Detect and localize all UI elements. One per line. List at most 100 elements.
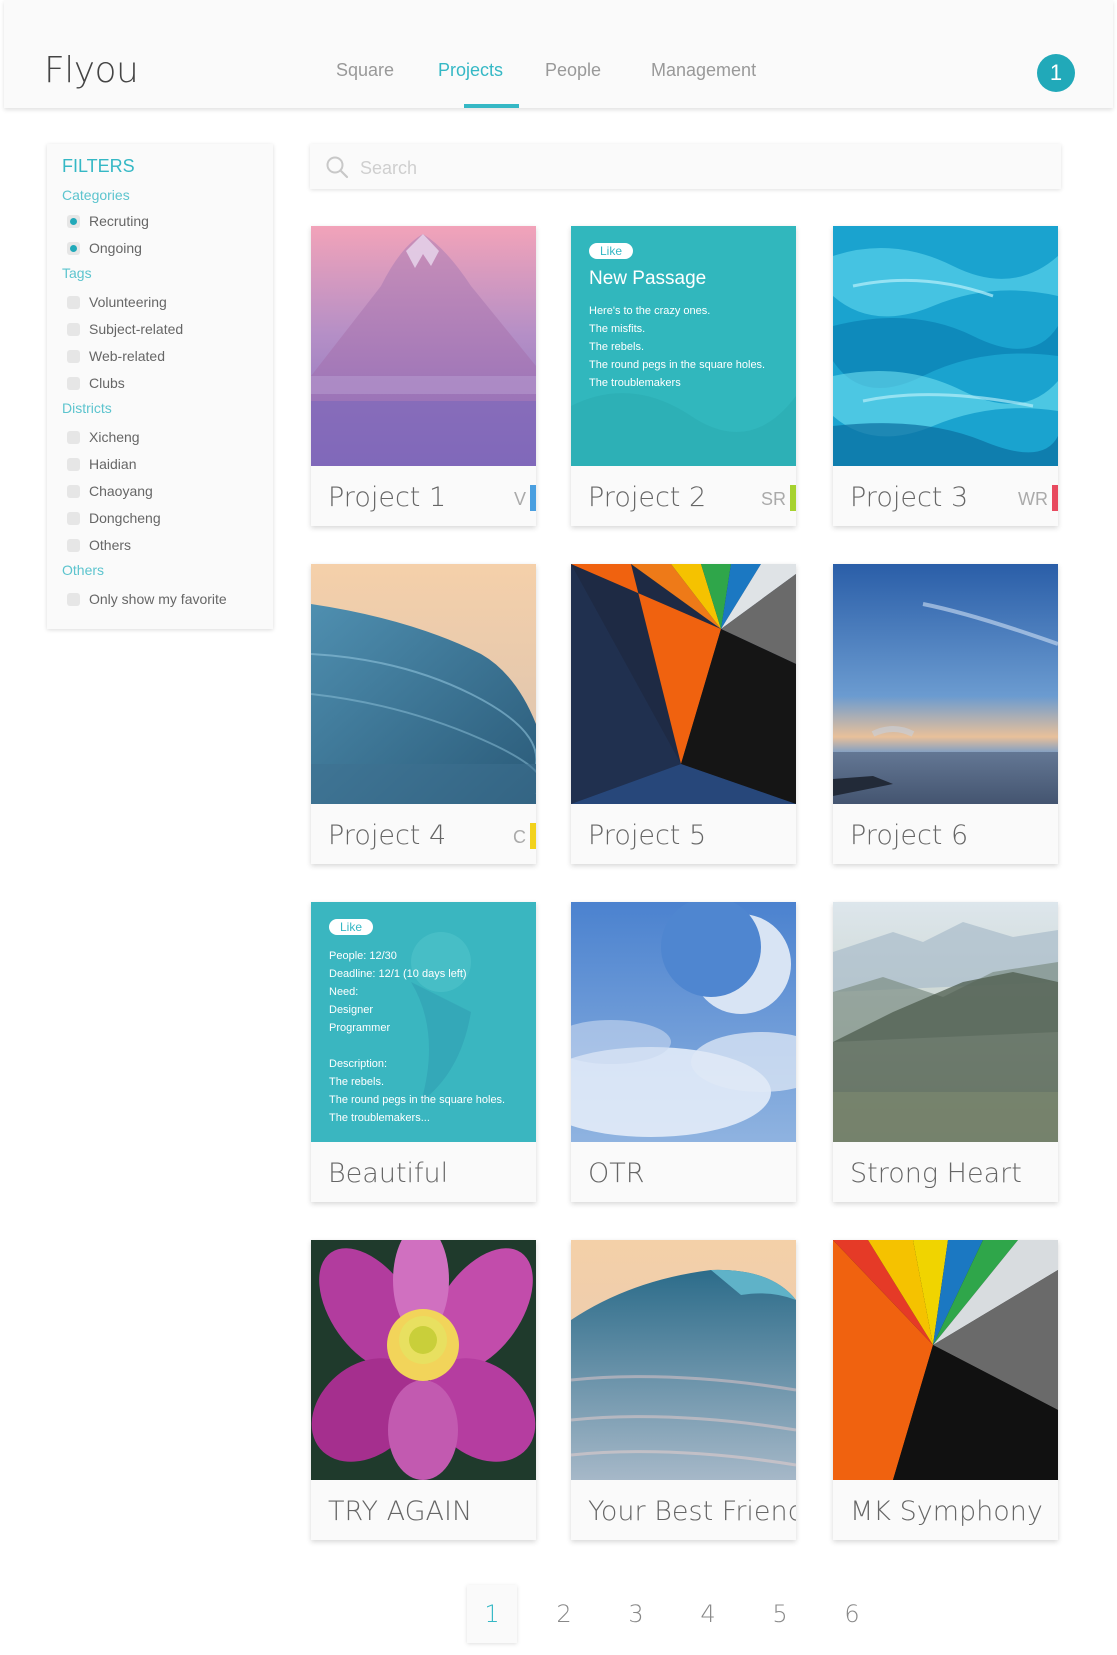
filter-recruting[interactable]: Recruting xyxy=(67,211,149,231)
info-line: Description: xyxy=(329,1058,388,1070)
card-title: MK Symphony xyxy=(850,1496,1043,1527)
teal-info-panel: Like People: 12/30 Deadline: 12/1 (10 da… xyxy=(311,902,536,1142)
card-title: Project 5 xyxy=(588,820,707,851)
passage-line: Here's to the crazy ones. xyxy=(589,305,711,317)
tag-color-bar xyxy=(790,485,796,511)
card-title: Your Best Friend xyxy=(588,1496,796,1527)
page-5-button[interactable]: 5 xyxy=(755,1585,805,1643)
card-title: Strong Heart xyxy=(850,1158,1022,1189)
nav-tab-projects[interactable]: Projects xyxy=(438,60,503,81)
wave-image xyxy=(311,564,536,804)
project-card-2[interactable]: Like New Passage Here's to the crazy one… xyxy=(571,226,796,526)
mountain-image xyxy=(311,226,536,466)
teal-text-panel: Like New Passage Here's to the crazy one… xyxy=(571,226,796,466)
filter-label: Subject-related xyxy=(89,321,184,337)
checkbox-icon[interactable] xyxy=(67,484,80,498)
filter-label: Haidian xyxy=(89,456,137,472)
filter-label: Web-related xyxy=(89,348,166,364)
filter-volunteering[interactable]: Volunteering xyxy=(67,292,167,312)
filter-label: Others xyxy=(89,537,132,553)
card-title: Project 3 xyxy=(850,482,969,513)
filter-subject-related[interactable]: Subject-related xyxy=(67,319,183,339)
passage-line: The misfits. xyxy=(589,323,646,335)
checkbox-icon[interactable] xyxy=(67,592,80,606)
card-tag: V xyxy=(513,489,526,509)
project-card-9[interactable]: Strong Heart xyxy=(833,902,1058,1202)
project-card-1[interactable]: Project 1 V xyxy=(311,226,536,526)
search-icon[interactable] xyxy=(325,155,349,179)
filter-web-related[interactable]: Web-related xyxy=(67,346,165,366)
moon-sky-image xyxy=(571,902,796,1142)
passage-heading: New Passage xyxy=(589,268,707,289)
project-card-12[interactable]: MK Symphony xyxy=(833,1240,1058,1540)
project-card-8[interactable]: OTR xyxy=(571,902,796,1202)
checkbox-icon[interactable] xyxy=(67,538,80,552)
project-card-11[interactable]: Your Best Friend xyxy=(571,1240,796,1540)
checkbox-icon[interactable] xyxy=(67,349,80,363)
page-6-button[interactable]: 6 xyxy=(827,1585,877,1643)
info-line: People: 12/30 xyxy=(329,950,397,962)
card-title: Project 1 xyxy=(328,482,447,513)
card-title: Project 4 xyxy=(328,820,447,851)
card-tag: WR xyxy=(1018,489,1048,509)
info-line: The round pegs in the square holes. xyxy=(329,1094,506,1106)
filter-dongcheng[interactable]: Dongcheng xyxy=(67,508,161,528)
filter-only-favorite[interactable]: Only show my favorite xyxy=(67,589,227,609)
checkbox-icon[interactable] xyxy=(67,511,80,525)
project-card-6[interactable]: Project 6 xyxy=(833,564,1058,864)
filter-section-categories: Categories xyxy=(62,187,130,203)
filters-title: FILTERS xyxy=(62,156,135,176)
tag-color-bar xyxy=(530,823,536,849)
blue-waves-image xyxy=(833,226,1058,466)
filter-label: Recruting xyxy=(89,213,149,229)
checkbox-icon[interactable] xyxy=(67,430,80,444)
checkbox-icon[interactable] xyxy=(67,376,80,390)
project-card-4[interactable]: Project 4 C xyxy=(311,564,536,864)
like-button[interactable]: Like xyxy=(589,243,633,259)
notification-badge[interactable]: 1 xyxy=(1037,54,1075,92)
color-rays-image xyxy=(833,1240,1058,1480)
lotus-image xyxy=(311,1240,536,1480)
checkbox-icon[interactable] xyxy=(67,241,80,255)
misty-mountains-image xyxy=(833,902,1058,1142)
filter-chaoyang[interactable]: Chaoyang xyxy=(67,481,153,501)
filter-district-others[interactable]: Others xyxy=(67,535,131,555)
sky-sea-image xyxy=(833,564,1058,804)
checkbox-icon[interactable] xyxy=(67,295,80,309)
filter-haidian[interactable]: Haidian xyxy=(67,454,136,474)
info-line: Designer xyxy=(329,1004,374,1016)
like-button[interactable]: Like xyxy=(329,919,373,935)
filter-label: Clubs xyxy=(89,375,125,391)
project-card-7[interactable]: Like People: 12/30 Deadline: 12/1 (10 da… xyxy=(311,902,536,1202)
nav-tab-management[interactable]: Management xyxy=(651,60,756,81)
nav-tab-people[interactable]: People xyxy=(545,60,601,81)
checkbox-icon[interactable] xyxy=(67,322,80,336)
info-line: Deadline: 12/1 (10 days left) xyxy=(329,968,467,980)
filter-xicheng[interactable]: Xicheng xyxy=(67,427,140,447)
filter-label: Xicheng xyxy=(89,429,140,445)
wave-image xyxy=(571,1240,796,1480)
app-logo[interactable]: Flyou xyxy=(44,50,139,91)
page-1-button[interactable]: 1 xyxy=(467,1585,517,1643)
checkbox-icon[interactable] xyxy=(67,214,80,228)
page-2-button[interactable]: 2 xyxy=(539,1585,589,1643)
filter-ongoing[interactable]: Ongoing xyxy=(67,238,142,258)
nav-tab-square[interactable]: Square xyxy=(336,60,394,81)
checkbox-icon[interactable] xyxy=(67,457,80,471)
card-tag: C xyxy=(513,827,526,847)
color-rays-image xyxy=(571,564,796,804)
filter-section-districts: Districts xyxy=(62,400,112,416)
project-card-10[interactable]: TRY AGAIN xyxy=(311,1240,536,1540)
card-title: Project 2 xyxy=(588,482,707,513)
info-line: Need: xyxy=(329,986,359,998)
search-input[interactable] xyxy=(358,152,1042,184)
filter-clubs[interactable]: Clubs xyxy=(67,373,125,393)
project-card-3[interactable]: Project 3 WR xyxy=(833,226,1058,526)
project-card-5[interactable]: Project 5 xyxy=(571,564,796,864)
filter-label: Only show my favorite xyxy=(89,591,227,607)
filters-panel: FILTERS Categories Recruting Ongoing Tag… xyxy=(47,144,273,629)
active-tab-indicator xyxy=(464,104,519,108)
page-3-button[interactable]: 3 xyxy=(611,1585,661,1643)
filter-section-others: Others xyxy=(62,562,105,578)
page-4-button[interactable]: 4 xyxy=(683,1585,733,1643)
